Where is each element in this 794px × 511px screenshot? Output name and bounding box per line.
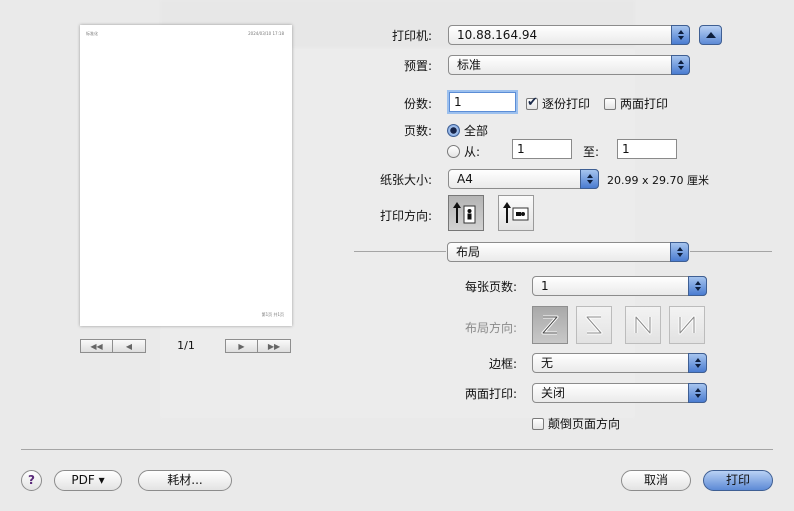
print-button[interactable]: 打印 [703, 470, 773, 491]
border-popup[interactable]: 无 [532, 353, 707, 373]
pages-to-input[interactable]: 1 [617, 139, 677, 159]
pages-from-input[interactable]: 1 [512, 139, 572, 159]
pages-from-label: 从: [464, 145, 481, 159]
layout-direction-z-button[interactable] [532, 306, 568, 344]
section-value: 布局 [456, 245, 481, 259]
pages-per-sheet-popup[interactable]: 1 [532, 276, 707, 296]
pages-to-label: 至: [583, 145, 600, 159]
collapse-details-button[interactable] [699, 25, 722, 45]
paper-size-popup[interactable]: A4 [448, 169, 599, 189]
border-label: 边框: [488, 357, 517, 371]
landscape-orientation-icon [503, 202, 529, 223]
layout-two-sided-label: 两面打印: [464, 387, 517, 401]
supplies-button[interactable]: 耗材... [138, 470, 232, 491]
pages-all-radio[interactable]: 全部 [447, 122, 488, 139]
copies-input[interactable]: 1 [449, 92, 516, 112]
radio-unselected-icon [447, 145, 460, 158]
layout-two-sided-popup[interactable]: 关闭 [532, 383, 707, 403]
portrait-orientation-icon [453, 202, 476, 224]
two-sided-checkbox[interactable]: 两面打印 [604, 95, 668, 112]
triangle-up-icon [705, 32, 716, 38]
presets-value: 标准 [457, 58, 482, 72]
checkbox-unchecked-icon [532, 417, 544, 430]
updown-arrows-icon [688, 383, 707, 403]
layout-direction-reverse-z-button[interactable] [576, 306, 612, 344]
section-popup[interactable]: 布局 [447, 242, 689, 262]
next-page-button[interactable]: ▶ [225, 339, 258, 353]
cancel-button[interactable]: 取消 [621, 470, 691, 491]
checkbox-checked-icon [526, 95, 538, 110]
preview-footer: 第1页 共1页 [261, 312, 284, 317]
reverse-orientation-checkbox[interactable]: 颠倒页面方向 [532, 415, 620, 432]
collate-label: 逐份打印 [542, 97, 591, 111]
layout-direction-reverse-vertical-button[interactable] [669, 306, 705, 344]
prev-page-button[interactable]: ◀ [113, 339, 146, 353]
help-button[interactable]: ? [21, 470, 42, 491]
preview-nav-back: ◀◀ ◀ [80, 339, 146, 353]
section-divider-left [354, 251, 446, 252]
page-preview: 标准化 2024/03/10 17:18 第1页 共1页 [80, 25, 292, 326]
landscape-orientation-button[interactable] [498, 195, 534, 231]
updown-arrows-icon [671, 25, 690, 45]
updown-arrows-icon [688, 276, 707, 296]
printer-label: 打印机: [391, 29, 432, 43]
page-counter: 1/1 [177, 339, 195, 352]
pages-per-sheet-label: 每张页数: [464, 280, 517, 294]
pages-per-sheet-value: 1 [541, 279, 549, 293]
preview-nav-forward: ▶ ▶▶ [225, 339, 291, 353]
presets-popup[interactable]: 标准 [448, 55, 690, 75]
pdf-menu-button[interactable]: PDF ▾ [54, 470, 122, 491]
pages-all-label: 全部 [464, 124, 489, 138]
orientation-label: 打印方向: [379, 209, 432, 223]
n-pattern-icon [634, 315, 652, 335]
updown-arrows-icon [671, 55, 690, 75]
updown-arrows-icon [688, 353, 707, 373]
layout-two-sided-value: 关闭 [541, 386, 566, 400]
layout-direction-vertical-button[interactable] [625, 306, 661, 344]
paper-size-label: 纸张大小: [379, 173, 432, 187]
checkbox-unchecked-icon [604, 97, 616, 110]
two-sided-label: 两面打印 [620, 97, 669, 111]
printer-popup[interactable]: 10.88.164.94 [448, 25, 690, 45]
portrait-orientation-button[interactable] [448, 195, 484, 231]
section-divider-right [690, 251, 772, 252]
copies-label: 份数: [403, 97, 432, 111]
reverse-n-pattern-icon [678, 315, 696, 335]
reverse-z-pattern-icon [585, 315, 603, 335]
preview-header-right: 2024/03/10 17:18 [248, 31, 284, 36]
updown-arrows-icon [580, 169, 599, 189]
paper-size-dimensions: 20.99 x 29.70 厘米 [607, 174, 709, 187]
z-pattern-icon [541, 315, 559, 335]
paper-size-value: A4 [457, 172, 473, 186]
last-page-button[interactable]: ▶▶ [258, 339, 291, 353]
printer-value: 10.88.164.94 [457, 28, 538, 42]
first-page-button[interactable]: ◀◀ [80, 339, 113, 353]
pages-label: 页数: [403, 124, 432, 138]
updown-arrows-icon [670, 242, 689, 262]
preview-header-left: 标准化 [86, 31, 98, 36]
collate-checkbox[interactable]: 逐份打印 [526, 95, 590, 112]
pages-from-radio[interactable]: 从: [447, 143, 480, 160]
layout-direction-label: 布局方向: [464, 321, 517, 335]
reverse-orientation-label: 颠倒页面方向 [548, 417, 621, 431]
radio-selected-icon [447, 124, 460, 137]
presets-label: 预置: [403, 59, 432, 73]
border-value: 无 [541, 356, 554, 370]
footer-divider [21, 449, 773, 450]
